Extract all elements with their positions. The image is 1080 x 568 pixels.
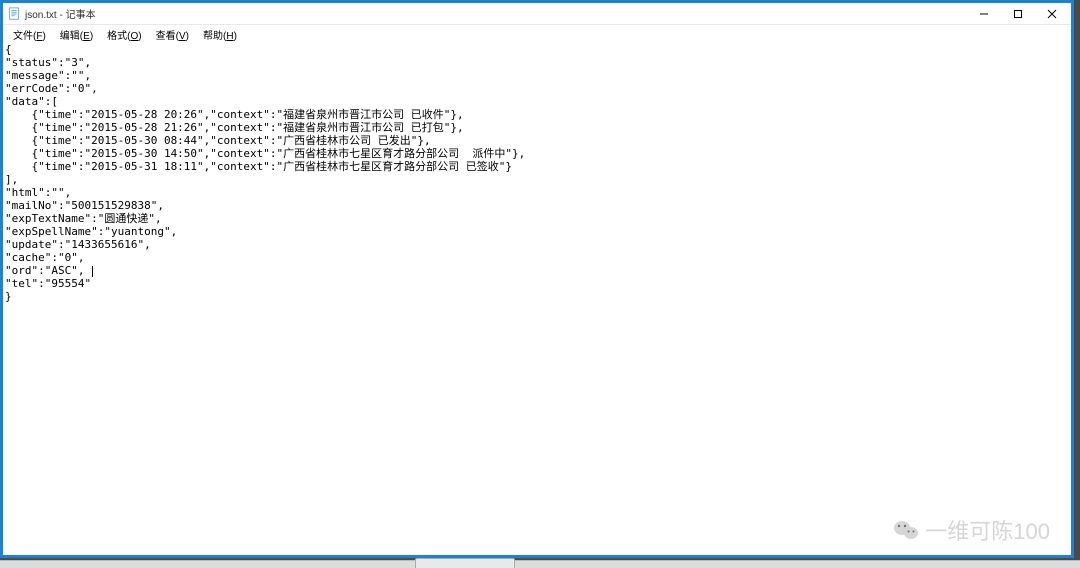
- text-content: { "status":"3", "message":"", "errCode":…: [5, 43, 525, 303]
- menu-edit[interactable]: 编辑(E): [54, 26, 99, 43]
- background-taskbar: [0, 560, 1080, 568]
- menu-file[interactable]: 文件(F): [7, 26, 52, 43]
- window-title: json.txt - 记事本: [25, 6, 967, 21]
- text-cursor: [92, 266, 93, 277]
- menu-format[interactable]: 格式(O): [101, 26, 147, 43]
- notepad-window: json.txt - 记事本 文件(F) 编辑(E) 格式(O) 查看(V) 帮…: [0, 0, 1074, 558]
- menu-view[interactable]: 查看(V): [150, 26, 195, 43]
- maximize-button[interactable]: [1001, 4, 1035, 24]
- background-window-fragment: [415, 558, 515, 568]
- menu-bar: 文件(F) 编辑(E) 格式(O) 查看(V) 帮助(H): [3, 25, 1071, 43]
- notepad-icon: [7, 7, 21, 21]
- close-button[interactable]: [1035, 4, 1069, 24]
- window-controls: [967, 4, 1069, 24]
- text-area[interactable]: { "status":"3", "message":"", "errCode":…: [3, 43, 1071, 555]
- minimize-button[interactable]: [967, 4, 1001, 24]
- menu-help[interactable]: 帮助(H): [197, 26, 243, 43]
- title-bar: json.txt - 记事本: [3, 3, 1071, 25]
